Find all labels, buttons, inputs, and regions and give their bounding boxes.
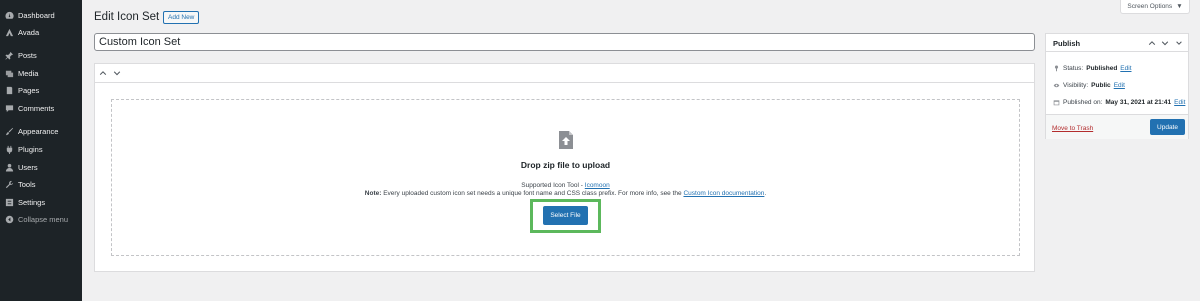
publish-metabox: Publish Status: Published Edit Visibilit… [1045, 33, 1189, 139]
edit-visibility-link[interactable]: Edit [1114, 82, 1125, 89]
upload-metabox: Drop zip file to upload Supported Icon T… [94, 63, 1035, 272]
screen-options-button[interactable]: Screen Options ▼ [1120, 0, 1190, 14]
toggle-panel-icon[interactable] [1174, 38, 1184, 48]
sidebar-item-media[interactable]: Media [0, 65, 82, 82]
update-button[interactable]: Update [1150, 119, 1185, 135]
file-upload-icon [559, 131, 573, 149]
chevron-up-icon[interactable] [98, 68, 108, 78]
sidebar-item-dashboard[interactable]: Dashboard [0, 7, 82, 24]
publish-header: Publish [1046, 34, 1188, 52]
note-end: . [764, 190, 767, 197]
sidebar-item-comments[interactable]: Comments [0, 100, 82, 117]
select-file-button[interactable]: Select File [543, 206, 588, 225]
visibility-label: Visibility: [1063, 82, 1089, 89]
icomoon-link[interactable]: Icomoon [585, 182, 610, 189]
caret-down-icon: ▼ [1176, 3, 1183, 10]
status-row: Status: Published Edit [1053, 65, 1132, 72]
plugin-icon [0, 145, 18, 154]
visibility-value: Public [1091, 82, 1111, 89]
sidebar-item-posts[interactable]: Posts [0, 47, 82, 64]
publish-footer: Move to Trash Update [1046, 114, 1188, 139]
media-icon [0, 69, 18, 78]
supported-tool-text: Supported Icon Tool - Icomoon [112, 182, 1019, 189]
sidebar-item-pages[interactable]: Pages [0, 82, 82, 99]
status-value: Published [1086, 65, 1118, 72]
calendar-icon [1053, 100, 1060, 106]
published-label: Published on: [1063, 99, 1103, 106]
edit-date-link[interactable]: Edit [1174, 99, 1185, 106]
published-value: May 31, 2021 at 21:41 [1105, 99, 1172, 106]
note-text: Note: Every uploaded custom icon set nee… [112, 190, 1019, 197]
drop-zone[interactable]: Drop zip file to upload Supported Icon T… [111, 99, 1020, 256]
wrench-icon [0, 180, 18, 189]
admin-sidebar: Dashboard Avada Posts Media Pages Commen… [0, 0, 82, 301]
sidebar-item-tools[interactable]: Tools [0, 176, 82, 193]
chevron-up-icon[interactable] [1147, 38, 1157, 48]
collapse-icon [0, 215, 18, 224]
pin-icon [0, 51, 18, 60]
note-label: Note: [364, 190, 382, 197]
brush-icon [0, 127, 18, 136]
status-label: Status: [1063, 65, 1084, 72]
visibility-row: Visibility: Public Edit [1053, 82, 1125, 89]
note-body: Every uploaded custom icon set needs a u… [381, 190, 684, 197]
custom-icon-docs-link[interactable]: Custom Icon documentation [683, 190, 764, 197]
sidebar-item-plugins[interactable]: Plugins [0, 141, 82, 158]
key-icon [1054, 65, 1059, 72]
published-on-row: Published on: May 31, 2021 at 21:41 Edit [1053, 99, 1185, 106]
settings-icon [0, 198, 18, 207]
publish-title: Publish [1053, 39, 1081, 48]
sidebar-item-users[interactable]: Users [0, 159, 82, 176]
add-new-button[interactable]: Add New [163, 11, 200, 24]
pages-icon [0, 86, 18, 95]
screen-options-label: Screen Options [1127, 3, 1173, 10]
chevron-down-icon[interactable] [1160, 38, 1170, 48]
sidebar-item-avada[interactable]: Avada [0, 24, 82, 41]
avada-icon [0, 28, 18, 37]
collapse-menu-button[interactable]: Collapse menu [0, 211, 82, 228]
supported-prefix: Supported Icon Tool - [521, 182, 585, 189]
sidebar-item-appearance[interactable]: Appearance [0, 123, 82, 140]
title-input[interactable] [94, 33, 1035, 51]
dashboard-icon [0, 11, 18, 20]
drop-title: Drop zip file to upload [520, 160, 611, 170]
edit-status-link[interactable]: Edit [1120, 65, 1131, 72]
page-title: Edit Icon Set [94, 11, 160, 23]
metabox-header [95, 64, 1034, 83]
chevron-down-icon[interactable] [112, 68, 122, 78]
eye-icon [1053, 83, 1060, 88]
users-icon [0, 163, 18, 172]
sidebar-item-settings[interactable]: Settings [0, 194, 82, 211]
comment-icon [0, 104, 18, 113]
move-to-trash-link[interactable]: Move to Trash [1052, 125, 1093, 132]
